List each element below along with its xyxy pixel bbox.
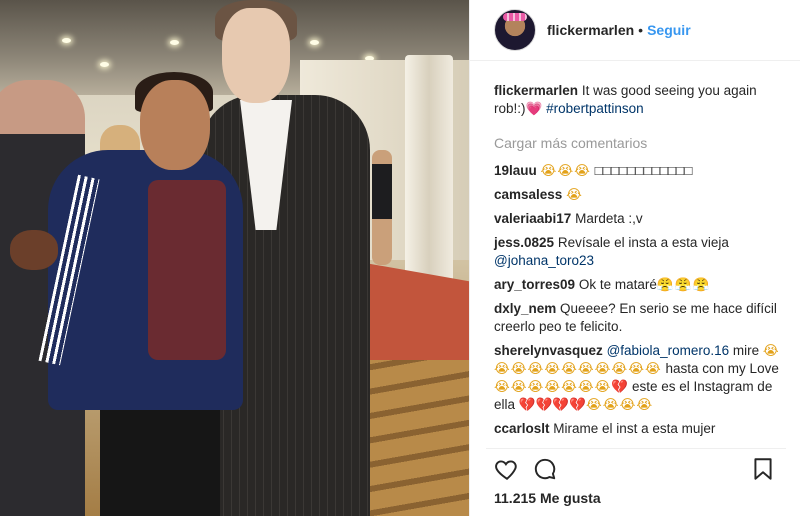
comment-username[interactable]: 19lauu [494,163,537,178]
comment-text: Revísale el insta a esta vieja [557,235,729,250]
photo-man-head [222,8,290,103]
comment-text: □□□□□□□□□□□□ [594,163,693,178]
photo-woman-head [140,80,210,170]
ceiling-lamp [310,40,319,45]
comment-text: Mirame el inst a esta mujer [553,421,716,436]
comment-mention[interactable]: @johana_toro23 [494,253,594,268]
comment-item: ccarloslt Mirame el inst a esta mujer [494,420,784,438]
comment-item: camsaless 😭 [494,186,784,204]
header-username[interactable]: flickermarlen [547,22,634,38]
instagram-post: flickermarlen • Seguir flickermarlen It … [0,0,800,516]
heart-outline-icon[interactable] [494,456,520,482]
comment-item: 19lauu 😭😭😭 □□□□□□□□□□□□ [494,162,784,180]
avatar[interactable] [494,9,536,51]
comment-username[interactable]: valeriaabi17 [494,211,571,226]
comment-username[interactable]: ccarloslt [494,421,550,436]
angry-emoji-icon: 😤😤😤 [656,277,711,293]
comment-item: dxly_nem Queeee? En serio se me hace dif… [494,300,784,336]
comment-item: ary_torres09 Ok te mataré😤😤😤 [494,276,784,294]
post-caption: flickermarlen It was good seeing you aga… [494,82,784,118]
comment-username[interactable]: dxly_nem [494,301,556,316]
post-photo[interactable] [0,0,469,516]
photo-hand [10,230,58,270]
crying-emoji-icon: 😭 [566,187,583,203]
comment-text: mire [732,343,760,358]
comment-text: Ok te mataré [578,277,657,292]
bookmark-icon[interactable] [750,456,776,482]
comment-username[interactable]: camsaless [494,187,562,202]
post-header: flickermarlen • Seguir [470,0,800,61]
ceiling-lamp [100,62,109,67]
flower-crown-icon [503,13,527,21]
post-actions [494,456,776,484]
crying-emoji-icon: 😭😭😭😭 [586,397,654,413]
comment-item: valeriaabi17 Mardeta :,v [494,210,784,228]
caption-hashtag[interactable]: #robertpattinson [546,101,644,116]
pink-heart-icon: 💗 [525,101,543,116]
photo-woman-top [148,180,226,360]
actions-divider [486,448,786,449]
photo-pillar [405,55,453,285]
comment-item: jess.0825 Revísale el insta a esta vieja… [494,234,784,270]
follow-button[interactable]: Seguir [647,22,691,38]
comments-list: flickermarlen It was good seeing you aga… [494,82,784,444]
likes-count[interactable]: 11.215 Me gusta [494,490,601,506]
comment-text: Mardeta :,v [575,211,643,226]
crying-emoji-icon: 😭😭😭 [540,163,591,179]
post-sidebar: flickermarlen • Seguir flickermarlen It … [469,0,800,516]
load-more-comments[interactable]: Cargar más comentarios [494,134,784,152]
comment-username[interactable]: ary_torres09 [494,277,575,292]
photo-background-person [372,150,392,265]
caption-username[interactable]: flickermarlen [494,83,578,98]
ceiling-lamp [170,40,179,45]
comment-username[interactable]: sherelynvasquez [494,343,603,358]
comment-bubble-icon[interactable] [532,456,558,482]
comment-item: sherelynvasquez @fabiola_romero.16 mire … [494,342,784,414]
comment-username[interactable]: jess.0825 [494,235,554,250]
broken-heart-icon: 💔 [611,379,629,394]
header-separator: • [638,22,644,38]
crying-emoji-icon: 😭😭😭😭😭😭😭 [494,379,612,395]
broken-heart-icon: 💔💔💔💔 [518,397,587,412]
comment-text: hasta con my Love [665,361,779,376]
comment-mention[interactable]: @fabiola_romero.16 [607,343,730,358]
ceiling-lamp [62,38,71,43]
